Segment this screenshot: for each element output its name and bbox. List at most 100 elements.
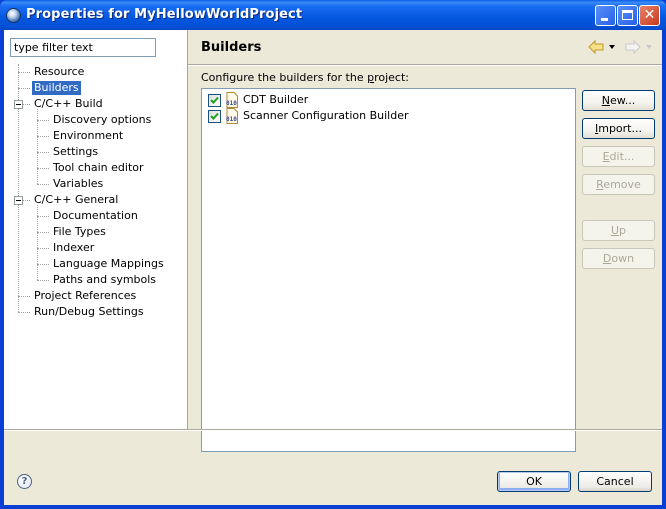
footer-separator (4, 429, 662, 431)
tree-item-label: Variables (53, 177, 104, 190)
close-icon: ✕ (643, 7, 656, 23)
forward-button[interactable] (625, 39, 653, 57)
title-bar[interactable]: Properties for MyHellowWorldProject ✕ (0, 0, 666, 30)
tree-connector-line (37, 232, 49, 233)
dialog-body: Resource Builders C/C++ Build Discovery opt… (4, 30, 662, 505)
tree-item[interactable]: File Types (4, 224, 187, 240)
tree-item[interactable]: Documentation (4, 208, 187, 224)
tree-item-label: Project References (34, 289, 137, 302)
cancel-button[interactable]: Cancel (578, 471, 652, 492)
tree-item[interactable]: C/C++ General (4, 192, 187, 208)
tree-item[interactable]: Discovery options (4, 112, 187, 128)
tree-item[interactable]: Resource (4, 64, 187, 80)
mnemonic: N (601, 94, 610, 107)
ok-button[interactable]: OK (497, 471, 571, 492)
tree-connector-line (18, 312, 30, 313)
tree-item-label: Paths and symbols (53, 273, 157, 286)
tree-connector-line (37, 264, 49, 265)
builders-list[interactable]: 010 CDT Builder 010 Scanner Configuratio… (201, 88, 576, 452)
builder-checkbox[interactable] (208, 110, 221, 123)
tree-item-label: Documentation (53, 209, 138, 222)
builder-binary-icon: 010 (226, 92, 238, 108)
tree-connector-line (37, 136, 49, 137)
tree-connector-line (37, 152, 49, 153)
tree-item[interactable]: Tool chain editor (4, 160, 187, 176)
window-title: Properties for MyHellowWorldProject (26, 7, 303, 22)
collapse-icon[interactable] (14, 196, 23, 205)
tree-item-label: C/C++ General (34, 193, 119, 206)
tree-item[interactable]: Builders (4, 80, 187, 96)
tree-connector-line (18, 296, 30, 297)
new-button[interactable]: New... (582, 90, 655, 111)
builders-page: Builders Configure the builders for the … (188, 30, 662, 452)
svg-text:010: 010 (226, 116, 237, 123)
tree-item-label: Settings (53, 145, 99, 158)
tree-item[interactable]: Run/Debug Settings (4, 304, 187, 320)
tree-connector-line (37, 280, 49, 281)
preference-tree: Resource Builders C/C++ Build Discovery opt… (4, 64, 187, 320)
back-button[interactable] (588, 39, 616, 57)
minimize-button[interactable] (595, 5, 616, 26)
tree-item-label: Resource (34, 65, 85, 78)
tree-connector-line (18, 88, 30, 89)
tree-item-label: Run/Debug Settings (34, 305, 144, 318)
tree-item-label: Indexer (53, 241, 95, 254)
remove-button[interactable]: Remove (582, 174, 655, 195)
tree-connector-line (37, 184, 49, 185)
tree-item[interactable]: C/C++ Build (4, 96, 187, 112)
maximize-button[interactable] (617, 5, 638, 26)
properties-dialog: Properties for MyHellowWorldProject ✕ Re… (0, 0, 666, 509)
forward-arrow-icon (625, 39, 652, 55)
builder-label: CDT Builder (243, 93, 309, 106)
button-label: mport... (598, 122, 642, 135)
eclipse-app-icon (6, 8, 21, 23)
button-label: emove (603, 178, 641, 191)
tree-item-label: Discovery options (53, 113, 152, 126)
description-text: Configure the builders for the project: (201, 71, 409, 84)
check-icon (210, 112, 219, 120)
filter-input[interactable] (10, 38, 156, 57)
down-button[interactable]: Down (582, 248, 655, 269)
collapse-icon[interactable] (14, 100, 23, 109)
builder-binary-icon: 010 (226, 108, 238, 124)
button-label: own (611, 252, 635, 265)
button-label: p (619, 224, 627, 237)
tree-connector-line (37, 248, 49, 249)
mnemonic: U (610, 224, 620, 237)
tree-item-label: Builders (32, 81, 81, 95)
import-button[interactable]: Import... (582, 118, 655, 139)
tree-item[interactable]: Paths and symbols (4, 272, 187, 288)
mnemonic: E (602, 150, 610, 163)
tree-item[interactable]: Settings (4, 144, 187, 160)
check-icon (210, 96, 219, 104)
tree-connector-line (18, 72, 30, 73)
tree-item[interactable]: Language Mappings (4, 256, 187, 272)
tree-item-label: Environment (53, 129, 124, 142)
tree-item[interactable]: Variables (4, 176, 187, 192)
tree-item[interactable]: Environment (4, 128, 187, 144)
button-label: dit... (609, 150, 635, 163)
tree-item-label: C/C++ Build (34, 97, 103, 110)
tree-item-label: Language Mappings (53, 257, 164, 270)
button-label: ew... (609, 94, 636, 107)
tree-connector-line (37, 216, 49, 217)
close-button[interactable]: ✕ (639, 5, 660, 26)
svg-text:010: 010 (226, 100, 237, 107)
page-title: Builders (201, 40, 262, 55)
builder-label: Scanner Configuration Builder (243, 109, 409, 122)
mnemonic: p (367, 71, 375, 84)
sidebar: Resource Builders C/C++ Build Discovery opt… (4, 30, 188, 429)
tree-item-label: Tool chain editor (53, 161, 144, 174)
up-button[interactable]: Up (582, 220, 655, 241)
back-arrow-icon (588, 39, 615, 55)
tree-item[interactable]: Project References (4, 288, 187, 304)
help-icon[interactable]: ? (17, 474, 32, 489)
builder-checkbox[interactable] (208, 94, 221, 107)
tree-connector-line (37, 120, 49, 121)
tree-item[interactable]: Indexer (4, 240, 187, 256)
tree-connector-line (37, 168, 49, 169)
tree-item-label: File Types (53, 225, 106, 238)
builders-description: Configure the builders for the project: (201, 71, 409, 84)
edit-button[interactable]: Edit... (582, 146, 655, 167)
header-separator (188, 64, 662, 66)
